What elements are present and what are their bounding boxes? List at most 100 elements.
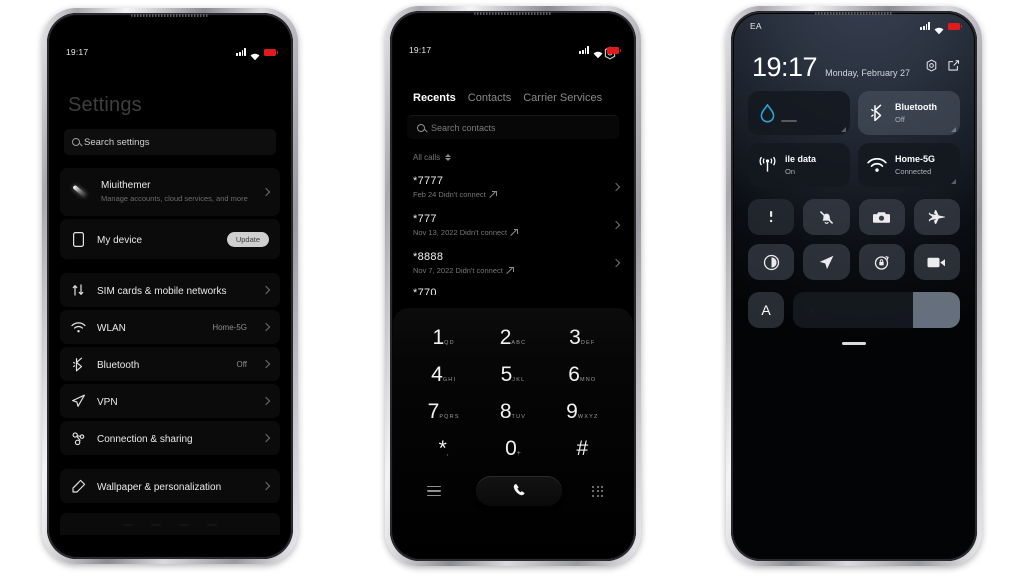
settings-group-connectivity: SIM cards & mobile networks WLAN Home-5G… (50, 273, 290, 455)
phone-body: 19:17 Recents Contacts Carrier Services … (390, 11, 636, 561)
key-letters: WXYZ (577, 414, 599, 420)
call-meta-text: Nov 13, 2022 Didn't connect (413, 228, 507, 237)
key-1[interactable]: 1QD (409, 324, 478, 351)
key-star[interactable]: *, (409, 435, 478, 462)
phone-mockup-dialer: 19:17 Recents Contacts Carrier Services … (385, 6, 641, 566)
toggle-flashlight[interactable] (748, 199, 795, 235)
menu-lines-icon[interactable] (423, 485, 445, 497)
tab-contacts[interactable]: Contacts (468, 92, 511, 104)
row-label: WLAN (97, 323, 126, 334)
key-letters: , (446, 450, 449, 457)
key-digit: 3 (569, 326, 581, 349)
settings-group-device: My device Update (60, 219, 280, 259)
wifi-icon (250, 48, 260, 61)
key-hash[interactable]: # (548, 435, 617, 462)
sidebar-item-sim-cards[interactable]: SIM cards & mobile networks (60, 273, 280, 307)
toggle-airplane-mode[interactable] (913, 199, 960, 235)
key-letters: GHI (442, 377, 457, 383)
key-letters: DEF (580, 340, 596, 346)
sidebar-item-bluetooth[interactable]: Bluetooth Off (60, 347, 280, 381)
key-letters: JKL (512, 377, 526, 383)
tile-expand-corner-icon[interactable] (951, 179, 956, 184)
dial-keypad: 1QD 2ABC 3DEF 4GHI 5JKL 6MNO 7PQRS 8TUV … (393, 308, 633, 558)
tile-expand-corner-icon[interactable] (841, 127, 846, 132)
phone-body: 19:17 Settings Search settings Miuitheme… (47, 13, 293, 559)
sidebar-item-vpn[interactable]: VPN (60, 384, 280, 418)
chevron-right-icon (611, 182, 621, 192)
chevron-right-icon (261, 359, 271, 369)
settings-list: Miuithemer Manage accounts, cloud servic… (50, 168, 290, 535)
tab-carrier-services[interactable]: Carrier Services (523, 92, 602, 104)
phone-mockup-settings: 19:17 Settings Search settings Miuitheme… (42, 8, 298, 564)
row-card: SIM cards & mobile networks (60, 273, 280, 307)
theme-brush-icon (69, 181, 91, 203)
tile-name: ile data (785, 154, 817, 165)
wifi-icon (867, 157, 887, 173)
status-indicators (579, 46, 621, 59)
key-6[interactable]: 6MNO (548, 361, 617, 388)
wallpaper-icon (69, 477, 87, 495)
row-label: Miuithemer (101, 179, 151, 191)
key-5[interactable]: 5JKL (478, 361, 547, 388)
sidebar-item-miuithemer[interactable]: Miuithemer Manage accounts, cloud servic… (60, 168, 280, 216)
update-button[interactable]: Update (226, 231, 269, 247)
list-item[interactable]: *770 (393, 282, 633, 295)
brightness-slider[interactable] (793, 292, 960, 328)
sidebar-item-my-device[interactable]: My device Update (60, 219, 280, 259)
key-7[interactable]: 7PQRS (409, 398, 478, 425)
search-contacts-input[interactable]: Search contacts (407, 115, 619, 139)
three-phone-mockup-scene: 19:17 Settings Search settings Miuitheme… (0, 0, 1024, 576)
tile-water-drop[interactable] (748, 91, 850, 135)
tile-mobile-data[interactable]: ile data On (748, 143, 850, 187)
signal-bars-icon (920, 22, 930, 30)
settings-group-personalization: Wallpaper & personalization (60, 469, 280, 503)
call-filter-dropdown[interactable]: All calls (393, 139, 633, 162)
list-item[interactable]: *7777 Feb 24 Didn't connect (393, 168, 633, 206)
toggle-rotation-lock[interactable] (858, 244, 905, 280)
search-placeholder: Search contacts (431, 122, 496, 133)
chevron-right-icon (611, 220, 621, 230)
row-card: VPN (60, 384, 280, 418)
key-3[interactable]: 3DEF (548, 324, 617, 351)
call-number: *7777 (413, 175, 444, 187)
tile-expand-corner-icon[interactable] (951, 127, 956, 132)
sort-updown-icon (445, 154, 452, 161)
auto-brightness-button[interactable]: A (748, 292, 784, 328)
toggle-location[interactable] (803, 244, 850, 280)
toggle-camera[interactable] (858, 199, 905, 235)
tile-bluetooth[interactable]: Bluetooth Off (858, 91, 960, 135)
list-item[interactable]: *8888 Nov 7, 2022 Didn't connect (393, 244, 633, 282)
phone-screen-settings: 19:17 Settings Search settings Miuitheme… (50, 16, 290, 556)
drag-handle[interactable] (842, 342, 866, 345)
sidebar-item-wlan[interactable]: WLAN Home-5G (60, 310, 280, 344)
key-4[interactable]: 4GHI (409, 361, 478, 388)
sidebar-item-wallpaper[interactable]: Wallpaper & personalization (60, 469, 280, 503)
edit-square-icon[interactable] (947, 59, 960, 77)
location-arrow-icon (819, 255, 834, 269)
screen-record-icon (927, 257, 946, 267)
row-label: My device (97, 235, 143, 246)
toggle-dark-mode[interactable] (748, 244, 795, 280)
list-item[interactable]: *777 Nov 13, 2022 Didn't connect (393, 206, 633, 244)
tile-state: Connected (895, 166, 932, 176)
next-group-peek[interactable] (60, 513, 280, 535)
toggle-screen-recorder[interactable] (913, 244, 960, 280)
key-2[interactable]: 2ABC (478, 324, 547, 351)
search-input[interactable]: Search settings (64, 129, 276, 155)
tile-wifi[interactable]: Home-5G Connected (858, 143, 960, 187)
battery-icon (607, 46, 621, 54)
key-0[interactable]: 0+ (478, 435, 547, 462)
key-9[interactable]: 9WXYZ (548, 398, 617, 425)
key-8[interactable]: 8TUV (478, 398, 547, 425)
phone-body: EA 19:17 Monday, February 27 Bluetooth O… (731, 11, 977, 561)
speaker-grille-icon (131, 14, 209, 17)
tab-recents[interactable]: Recents (413, 92, 456, 104)
settings-gear-icon[interactable] (925, 59, 938, 77)
row-label: Bluetooth (97, 360, 140, 371)
sidebar-item-connection-sharing[interactable]: Connection & sharing (60, 421, 280, 455)
call-number: *770 (413, 287, 437, 295)
call-button[interactable] (475, 476, 562, 506)
toggle-silent[interactable] (803, 199, 850, 235)
tile-name: Home-5G (895, 154, 936, 165)
keypad-dots-icon[interactable] (592, 485, 603, 497)
